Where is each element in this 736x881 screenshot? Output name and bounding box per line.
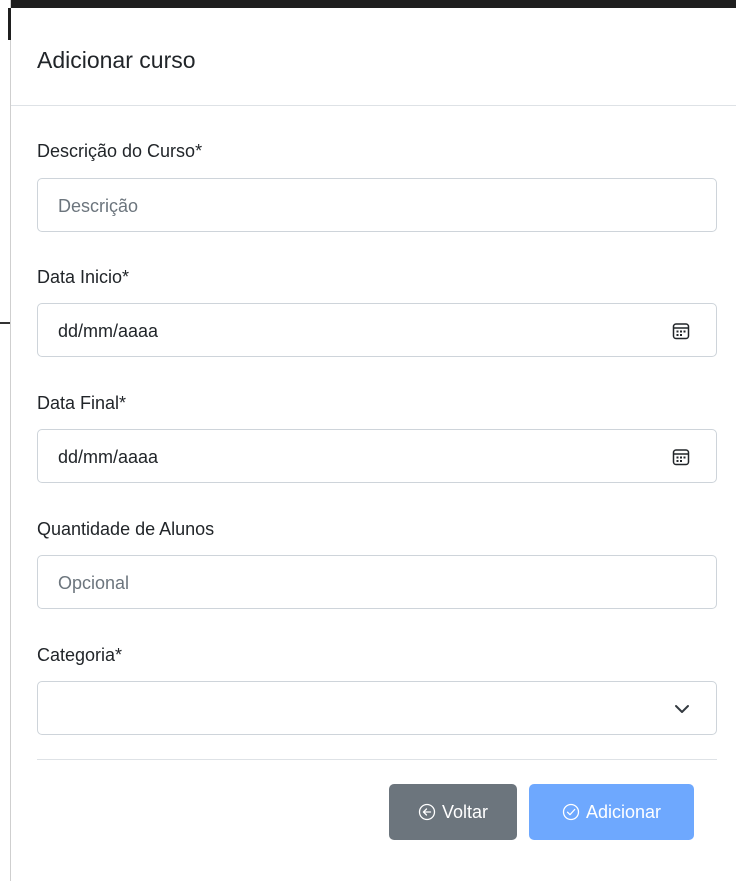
add-button-label: Adicionar: [585, 801, 662, 822]
end-date-input[interactable]: dd/mm/aaaa: [37, 429, 717, 483]
footer-divider: [37, 759, 717, 760]
back-button-label: Voltar: [441, 801, 489, 822]
student-count-label: Quantidade de Alunos: [37, 519, 215, 539]
category-label: Categoria*: [37, 645, 123, 665]
category-select[interactable]: [37, 681, 717, 735]
calendar-icon[interactable]: [672, 448, 690, 466]
chevron-down-icon: [675, 705, 689, 713]
end-date-label: Data Final*: [37, 393, 127, 413]
add-button[interactable]: Adicionar: [529, 784, 694, 840]
calendar-icon[interactable]: [672, 322, 690, 340]
description-placeholder: Descrição: [58, 196, 139, 216]
modal-title: Adicionar curso: [37, 47, 196, 73]
end-date-value: dd/mm/aaaa: [58, 447, 159, 467]
start-date-input[interactable]: dd/mm/aaaa: [37, 303, 717, 357]
back-button[interactable]: Voltar: [389, 784, 517, 840]
check-circle-icon: [562, 803, 580, 821]
description-input[interactable]: Descrição: [37, 178, 717, 232]
description-label: Descrição do Curso*: [37, 141, 203, 161]
student-count-placeholder: Opcional: [58, 573, 130, 593]
student-count-input[interactable]: Opcional: [37, 555, 717, 609]
start-date-label: Data Inicio*: [37, 267, 130, 287]
arrow-left-circle-icon: [418, 803, 436, 821]
start-date-value: dd/mm/aaaa: [58, 321, 159, 341]
backdrop-left-edge: [0, 0, 11, 881]
add-course-modal: Adicionar curso Descrição do Curso* Desc…: [11, 8, 736, 881]
backdrop-mark: [0, 322, 10, 324]
modal-header: Adicionar curso: [11, 8, 736, 106]
backdrop-top-edge: [0, 0, 736, 8]
